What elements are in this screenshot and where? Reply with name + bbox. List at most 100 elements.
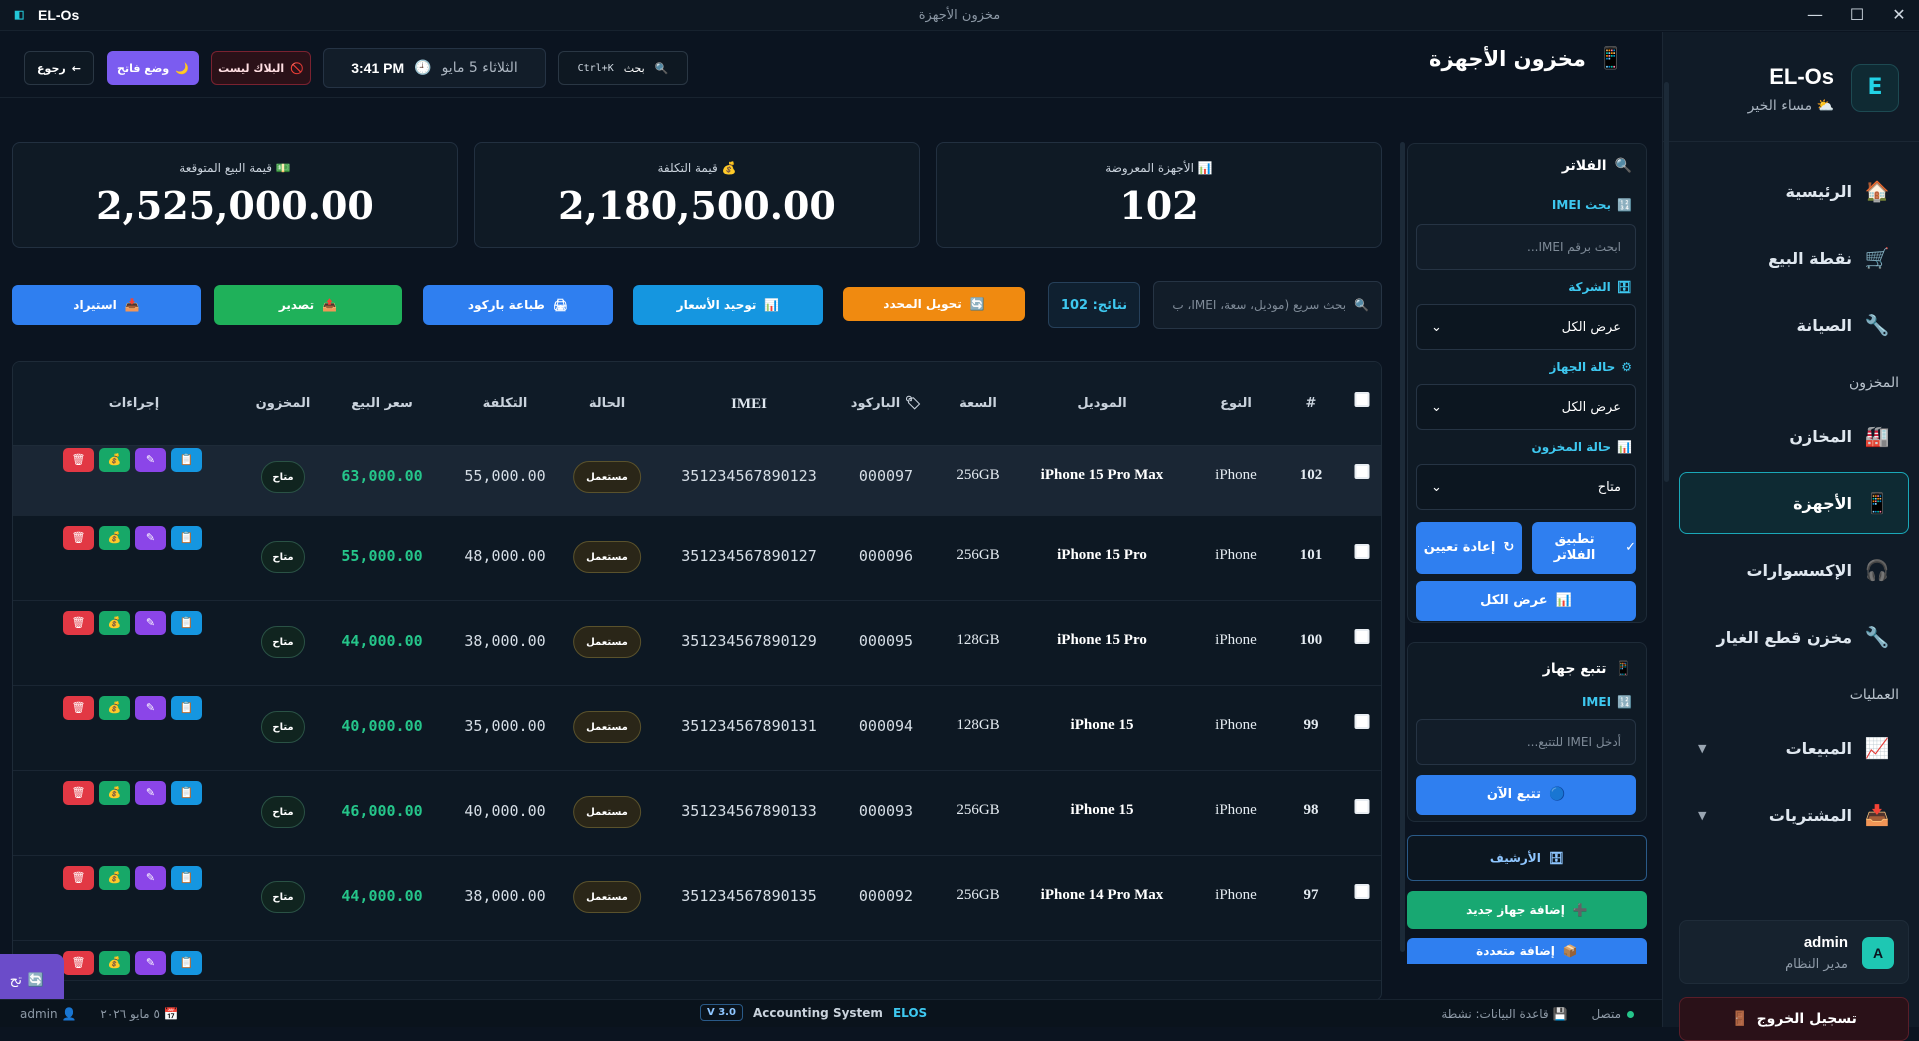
- stock-status-select[interactable]: متاح ⌄: [1416, 464, 1636, 510]
- apply-filters-button[interactable]: ✓ تطبيق الفلاتر: [1532, 522, 1636, 574]
- device-tracker-panel: 📱 تتبع جهاز 🔢 IMEI أدخل IMEI للتتبع... 🔵 تت…: [1407, 642, 1647, 822]
- col-imei: IMEI: [731, 396, 767, 412]
- device-status-select[interactable]: عرض الكل ⌄: [1416, 384, 1636, 430]
- edit-icon[interactable]: ✎: [135, 866, 166, 890]
- sidebar-item-spare-parts[interactable]: 🔧 مخزن قطع الغيار: [1679, 606, 1909, 668]
- sidebar-item-warehouses[interactable]: 🏭 المخازن: [1679, 405, 1909, 467]
- tracker-title: 📱 تتبع جهاز: [1543, 661, 1632, 677]
- row-checkbox[interactable]: [1354, 629, 1370, 644]
- archive-button[interactable]: الأرشيف 🗄: [1407, 835, 1647, 881]
- row-checkbox[interactable]: [1354, 884, 1370, 899]
- table-row[interactable]: 99 iPhone iPhone 15 128GB 000094 351234567890…: [13, 686, 1381, 771]
- table-row[interactable]: 101 iPhone iPhone 15 Pro 256GB 000096 3512345…: [13, 516, 1381, 601]
- chevron-down-icon: ▼: [1698, 741, 1707, 755]
- delete-icon[interactable]: 🗑: [63, 611, 94, 635]
- details-icon[interactable]: 📋: [171, 448, 202, 472]
- cell-capacity: 256GB: [956, 467, 1000, 483]
- delete-icon[interactable]: 🗑: [63, 696, 94, 720]
- cell-imei: 351234567890131: [681, 717, 817, 735]
- sidebar-item-pos[interactable]: 🛒 نقطة البيع: [1679, 227, 1909, 289]
- edit-icon[interactable]: ✎: [135, 611, 166, 635]
- import-button[interactable]: استيراد 📥: [12, 285, 201, 325]
- minimize-icon[interactable]: —: [1805, 4, 1825, 26]
- company-select[interactable]: عرض الكل ⌄: [1416, 304, 1636, 350]
- user-card[interactable]: A admin مدير النظام: [1679, 920, 1909, 984]
- cell-model: iPhone 15: [1070, 802, 1134, 818]
- imei-filter-label: 🔢 بحث IMEI: [1552, 198, 1632, 212]
- sidebar-item-devices[interactable]: 📱 الأجهزة: [1679, 472, 1909, 534]
- track-now-button[interactable]: 🔵 تتبع الآن: [1416, 775, 1636, 815]
- transfer-selected-button[interactable]: تحويل المحدد 🔄: [843, 287, 1025, 321]
- close-icon[interactable]: ✕: [1889, 4, 1909, 26]
- table-row[interactable]: 🗑 💰 ✎ 📋: [13, 941, 1381, 981]
- archive-label: الأرشيف: [1489, 851, 1541, 865]
- export-button[interactable]: تصدير 📤: [214, 285, 402, 325]
- back-button[interactable]: رجوع ←: [24, 51, 94, 85]
- delete-icon[interactable]: 🗑: [63, 866, 94, 890]
- sidebar-item-home[interactable]: 🏠 الرئيسية: [1679, 160, 1909, 222]
- delete-icon[interactable]: 🗑: [63, 526, 94, 550]
- vertical-scrollbar[interactable]: [1400, 142, 1405, 952]
- imei-filter-input[interactable]: ابحث برقم IMEI...: [1416, 224, 1636, 270]
- show-all-button[interactable]: 📊 عرض الكل: [1416, 581, 1636, 621]
- details-icon[interactable]: 📋: [171, 611, 202, 635]
- row-checkbox[interactable]: [1354, 544, 1370, 559]
- select-all-checkbox[interactable]: [1354, 392, 1370, 407]
- sell-icon[interactable]: 💰: [99, 781, 130, 805]
- globe-icon: 🔵: [1548, 787, 1566, 802]
- row-checkbox[interactable]: [1354, 464, 1370, 479]
- reset-filters-button[interactable]: ↻ إعادة تعيين: [1416, 522, 1522, 574]
- row-checkbox[interactable]: [1354, 799, 1370, 814]
- status-user-text: admin: [20, 1007, 58, 1021]
- table-row[interactable]: 97 iPhone iPhone 14 Pro Max 256GB 000092 3512…: [13, 856, 1381, 941]
- table-row[interactable]: 102 iPhone iPhone 15 Pro Max 256GB 000097 351…: [13, 446, 1381, 516]
- details-icon[interactable]: 📋: [171, 526, 202, 550]
- table-row[interactable]: 100 iPhone iPhone 15 Pro 128GB 000095 3512345…: [13, 601, 1381, 686]
- table-row[interactable]: 98 iPhone iPhone 15 256GB 000093 351234567890…: [13, 771, 1381, 856]
- row-checkbox[interactable]: [1354, 714, 1370, 729]
- unify-prices-button[interactable]: توحيد الأسعار 📊: [633, 285, 823, 325]
- sidebar-item-maintenance[interactable]: 🔧 الصيانة: [1679, 294, 1909, 356]
- logout-label: تسجيل الخروج: [1756, 1011, 1857, 1027]
- delete-icon[interactable]: 🗑: [63, 951, 94, 975]
- tracker-imei-input[interactable]: أدخل IMEI للتتبع...: [1416, 719, 1636, 765]
- logout-button[interactable]: تسجيل الخروج 🚪: [1679, 997, 1909, 1041]
- details-icon[interactable]: 📋: [171, 866, 202, 890]
- edit-icon[interactable]: ✎: [135, 696, 166, 720]
- version-badge: V 3.0: [700, 1004, 743, 1021]
- quick-search-input[interactable]: 🔍 بحث سريع (موديل، سعة، IMEI، ب: [1153, 281, 1382, 329]
- blacklist-button[interactable]: البلاك ليست 🚫: [211, 51, 311, 85]
- sell-icon[interactable]: 💰: [99, 696, 130, 720]
- sidebar-item-accessories[interactable]: 🎧 الإكسسوارات: [1679, 539, 1909, 601]
- edit-icon[interactable]: ✎: [135, 781, 166, 805]
- print-barcode-button[interactable]: طباعة باركود 🖨: [423, 285, 613, 325]
- edit-icon[interactable]: ✎: [135, 448, 166, 472]
- edit-icon[interactable]: ✎: [135, 951, 166, 975]
- edit-icon[interactable]: ✎: [135, 526, 166, 550]
- sidebar-item-purchases[interactable]: 📥 المشتريات ▼: [1679, 784, 1909, 846]
- date-text: الثلاثاء 5 مايو: [441, 60, 518, 76]
- details-icon[interactable]: 📋: [171, 781, 202, 805]
- details-icon[interactable]: 📋: [171, 696, 202, 720]
- details-icon[interactable]: 📋: [171, 951, 202, 975]
- col-type: النوع: [1220, 396, 1252, 411]
- delete-icon[interactable]: 🗑: [63, 781, 94, 805]
- sell-icon[interactable]: 💰: [99, 448, 130, 472]
- filters-title: 🔍 الفلاتر: [1562, 158, 1632, 174]
- sidebar-item-sales[interactable]: 📈 المبيعات ▼: [1679, 717, 1909, 779]
- section-inventory: المخزون: [1848, 375, 1899, 391]
- filters-scrollbar[interactable]: [1664, 82, 1669, 482]
- sell-icon[interactable]: 💰: [99, 526, 130, 550]
- add-multiple-button[interactable]: إضافة متعددة 📦: [1407, 938, 1647, 964]
- global-search-button[interactable]: Ctrl+K بحث 🔍: [558, 51, 688, 85]
- status-badge: مستعمل: [573, 796, 641, 828]
- stock-badge: متاح: [261, 461, 305, 493]
- sell-icon[interactable]: 💰: [99, 866, 130, 890]
- add-device-button[interactable]: إضافة جهاز جديد ➕: [1407, 891, 1647, 929]
- maximize-icon[interactable]: ☐: [1847, 4, 1867, 26]
- sell-icon[interactable]: 💰: [99, 611, 130, 635]
- theme-toggle-button[interactable]: وضع فاتح 🌙: [107, 51, 199, 85]
- search-label: بحث: [623, 61, 645, 75]
- delete-icon[interactable]: 🗑: [63, 448, 94, 472]
- sell-icon[interactable]: 💰: [99, 951, 130, 975]
